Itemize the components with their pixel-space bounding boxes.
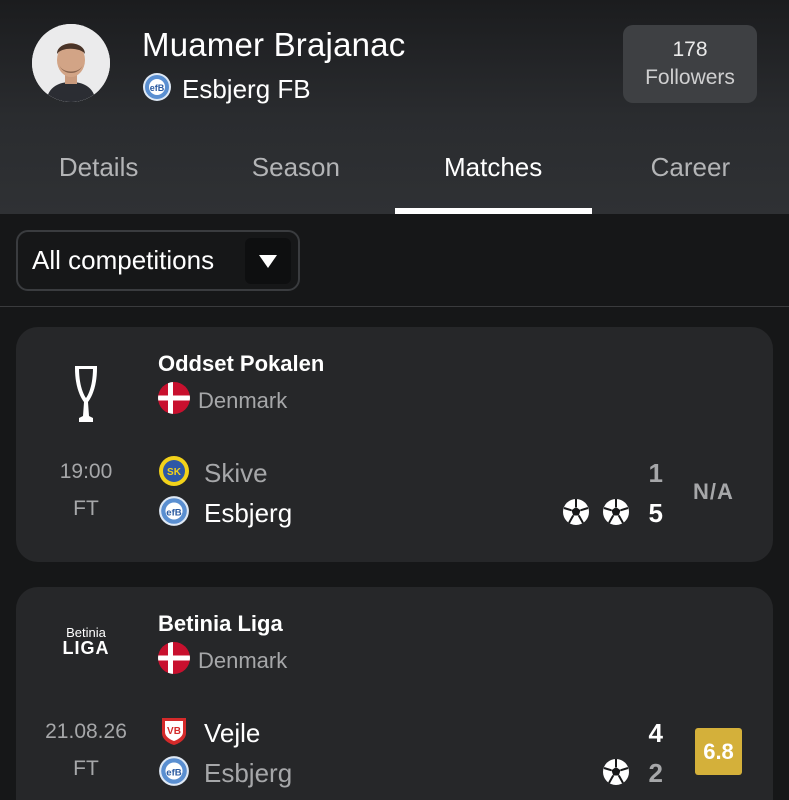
cup-trophy-icon — [56, 351, 116, 441]
player-rating: N/A — [693, 479, 734, 504]
match-card[interactable]: Oddset Pokalen Denmark 19:00 FT SK Skive… — [16, 327, 773, 562]
tab-season[interactable]: Season — [197, 140, 394, 214]
esbjerg-badge-icon: efB — [142, 72, 172, 107]
team-name: Esbjerg — [204, 498, 293, 528]
player-header: Muamer Brajanac efB Esbjerg FB 178 Follo… — [0, 0, 789, 214]
soccer-ball-icon — [602, 498, 630, 526]
competition-country: Denmark — [158, 382, 287, 419]
followers-label: Followers — [645, 66, 735, 89]
svg-text:SK: SK — [167, 467, 182, 478]
home-score: 4 — [648, 718, 663, 748]
match-time: 19:00 — [59, 460, 113, 483]
competition-name: Betinia Liga — [158, 611, 283, 636]
away-score: 2 — [648, 758, 663, 788]
vejle-badge-icon: VB — [158, 715, 190, 752]
match-status: FT — [73, 757, 99, 780]
player-team[interactable]: efB Esbjerg FB — [142, 72, 311, 107]
match-card[interactable]: Betinia LIGA Betinia Liga Denmark 21.08.… — [16, 587, 773, 800]
player-avatar — [32, 24, 110, 102]
match-date: 21.08.26 — [45, 720, 127, 743]
tab-matches[interactable]: Matches — [394, 140, 592, 214]
competition-name: Oddset Pokalen — [158, 351, 325, 376]
logo-line-1: Betinia — [66, 624, 106, 640]
svg-text:efB: efB — [166, 767, 182, 778]
tab-career[interactable]: Career — [592, 140, 789, 214]
player-rating-badge[interactable]: 6.8 — [695, 728, 742, 775]
home-score: 1 — [648, 458, 663, 488]
esbjerg-badge-icon: efB — [158, 755, 190, 792]
svg-text:efB: efB — [166, 507, 182, 518]
tab-label: Season — [251, 152, 340, 182]
svg-text:VB: VB — [167, 726, 181, 737]
tab-label: Matches — [443, 152, 543, 182]
triangle-down-icon[interactable] — [245, 238, 291, 284]
followers-badge[interactable]: 178 Followers — [623, 25, 757, 103]
country-name: Denmark — [198, 647, 288, 673]
match-status: FT — [73, 497, 99, 520]
tab-label: Career — [650, 152, 731, 182]
country-name: Denmark — [198, 387, 288, 413]
competition-filter-dropdown[interactable]: All competitions — [16, 230, 300, 291]
soccer-ball-icon — [602, 758, 630, 786]
logo-line-2: LIGA — [62, 637, 110, 658]
team-name: Esbjerg FB — [182, 74, 311, 104]
followers-count: 178 — [672, 38, 708, 61]
profile-tabs: Details Season Matches Career — [0, 140, 789, 214]
denmark-flag-icon — [158, 642, 190, 679]
away-score: 5 — [648, 498, 663, 528]
filter-bar: All competitions — [0, 214, 789, 307]
tab-details[interactable]: Details — [0, 140, 197, 214]
soccer-ball-icon — [562, 498, 590, 526]
dropdown-selected-value: All competitions — [32, 245, 215, 275]
competition-country: Denmark — [158, 642, 287, 679]
betinia-liga-logo-icon: Betinia LIGA — [56, 611, 116, 671]
player-name: Muamer Brajanac — [142, 26, 406, 63]
tab-label: Details — [58, 152, 139, 182]
team-name: Vejle — [204, 718, 261, 748]
home-team: VB Vejle — [158, 715, 260, 752]
esbjerg-badge-icon: efB — [158, 495, 190, 532]
denmark-flag-icon — [158, 382, 190, 419]
away-team: efB Esbjerg — [158, 495, 292, 532]
skive-badge-icon: SK — [158, 455, 190, 492]
svg-text:efB: efB — [150, 83, 165, 93]
team-name: Esbjerg — [204, 758, 293, 788]
away-team: efB Esbjerg — [158, 755, 292, 792]
team-name: Skive — [204, 458, 268, 488]
home-team: SK Skive — [158, 455, 268, 492]
